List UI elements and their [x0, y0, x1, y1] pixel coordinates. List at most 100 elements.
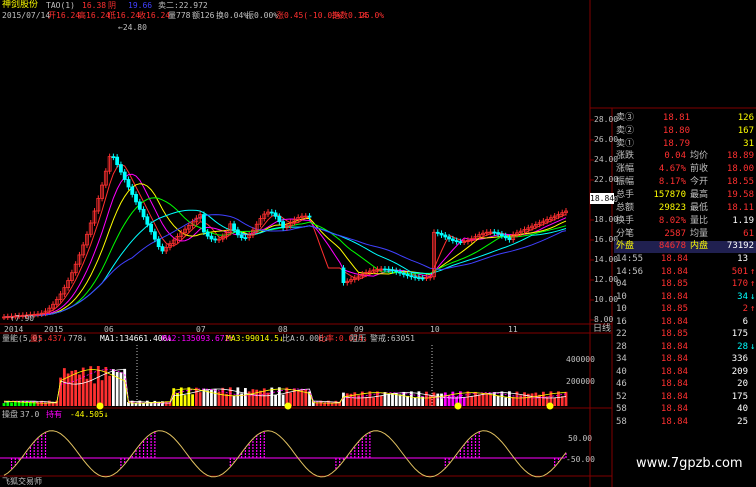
quote-cell: 振幅: [616, 177, 635, 187]
quote-cell: 前收: [690, 164, 709, 174]
volume-bar: [428, 395, 432, 406]
volume-bar: [236, 387, 240, 406]
candle-body: [152, 231, 157, 240]
osc-reading: -44.505↓: [70, 410, 109, 419]
volume-bar: [489, 394, 492, 406]
moving-average-line: [3, 214, 567, 318]
volume-bar: [474, 391, 477, 406]
volume-bar: [274, 394, 277, 406]
quote-cell: 18.00: [726, 164, 754, 174]
volume-bar: [108, 375, 112, 406]
candle-body: [454, 240, 459, 243]
volume-bar: [304, 389, 308, 406]
candle-body: [439, 232, 444, 236]
volume-bar: [508, 391, 511, 406]
quote-cell: ↑: [750, 266, 756, 277]
quote-cell: 8.02%: [658, 216, 686, 226]
quote-cell: 18.84: [660, 341, 688, 352]
quote-cell: 501: [731, 266, 748, 277]
candle-body: [202, 214, 206, 233]
volume-bar: [383, 392, 387, 406]
candle-body: [235, 229, 240, 236]
volume-bar: [406, 395, 409, 406]
quote-cell: 换手: [616, 216, 635, 226]
volume-bar: [466, 391, 470, 406]
header-value-ask2: 卖二:22.972: [158, 1, 208, 10]
candle-body: [111, 156, 116, 159]
quote-cell: 46: [616, 379, 627, 389]
volume-stat: 警戒:63051: [370, 334, 415, 343]
quote-cell: 29823: [658, 203, 686, 213]
quote-row: 振幅 8.17% 今开 18.55: [614, 176, 756, 189]
volume-bar: [402, 391, 406, 406]
quote-row: 外盘 84678 内盘 73192: [614, 240, 756, 253]
volume-bar: [213, 388, 217, 406]
quote-cell: 73192: [726, 241, 754, 251]
volume-bar: [281, 394, 285, 406]
candle-body: [160, 246, 165, 252]
volume-bar: [492, 392, 496, 406]
quote-cell: 1.19: [732, 216, 754, 226]
time-tick: 2014: [4, 325, 24, 334]
volume-bar: [432, 392, 436, 406]
candle-body: [119, 164, 123, 173]
volume-bar: [198, 392, 202, 406]
quote-row: 40 18.84 209: [614, 366, 756, 379]
candle-body: [507, 237, 512, 241]
quote-cell: 14:55: [616, 254, 644, 264]
quote-cell: 18.84: [660, 391, 688, 402]
volume-bar: [111, 369, 115, 406]
quote-cell: 总额: [616, 203, 635, 213]
volume-bar: [10, 402, 13, 406]
time-tick: 10: [430, 325, 440, 334]
candle-body: [435, 231, 440, 234]
quote-cell: 18.85: [660, 279, 688, 289]
quote-cell: 18.11: [726, 203, 754, 213]
candle-body: [447, 236, 451, 240]
header-low: 低16.24: [108, 11, 141, 20]
period-label[interactable]: 日线: [593, 325, 611, 334]
quote-cell: 2: [742, 304, 748, 314]
volume-stat: 阻压: [350, 334, 366, 343]
volume-bar: [451, 391, 455, 406]
candle-body: [401, 272, 406, 275]
osc-line: [3, 430, 567, 478]
candle-body: [405, 274, 410, 277]
quote-cell: 18.80: [662, 126, 690, 136]
quote-cell: 总手: [616, 190, 635, 200]
quote-cell: 58: [616, 404, 627, 414]
quote-cell: 18.84: [660, 416, 688, 427]
volume-bar: [462, 397, 466, 406]
quote-row: 16 18.84 6: [614, 316, 756, 329]
volume-bar: [194, 387, 198, 406]
volume-bar: [2, 403, 6, 406]
volume-marker: [96, 402, 104, 410]
quote-cell: 18.85: [660, 329, 688, 339]
header-amplitude: 振0.00%: [246, 11, 279, 20]
volume-bar: [534, 392, 538, 406]
quote-cell: 18.84: [660, 404, 688, 414]
quote-row: 涨跌 0.04 均价 18.89: [614, 150, 756, 163]
candle-body: [413, 276, 418, 279]
volume-bar: [100, 380, 104, 406]
candle-body: [122, 171, 127, 180]
volume-stat: MA2:135093.672↑: [162, 334, 235, 343]
quote-cell: 4.67%: [658, 164, 686, 174]
quote-cell: 175: [731, 329, 748, 339]
app-name: 飞狐交易师: [2, 477, 42, 486]
time-tick: 2015: [44, 325, 64, 334]
candle-body: [394, 270, 399, 273]
candle-body: [277, 215, 282, 223]
volume-bar: [425, 391, 428, 406]
candle-body: [115, 156, 120, 166]
candle-body: [307, 215, 312, 218]
quote-cell: 28: [616, 341, 627, 352]
quote-cell: 18.84: [660, 266, 688, 277]
volume-bar: [74, 370, 78, 406]
quote-cell: 18.84: [660, 316, 688, 327]
osc-status: 持有: [46, 410, 62, 419]
header-turnover: 换0.04%: [216, 11, 249, 20]
candle-body: [281, 221, 286, 229]
candle-body: [409, 275, 414, 278]
quote-row: 34 18.84 336: [614, 353, 756, 366]
